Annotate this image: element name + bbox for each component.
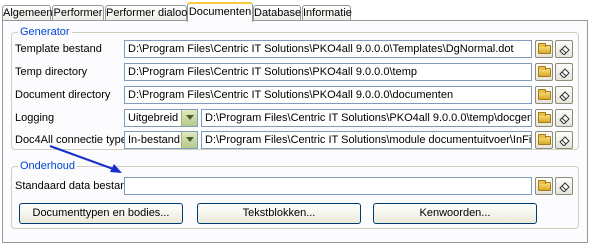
connectie-path-field[interactable]: D:\Program Files\Centric IT Solutions\mo… [201, 131, 532, 149]
temp-browse-button[interactable] [535, 63, 553, 81]
tab-performer-dialoog[interactable]: Performer dialoog [105, 5, 193, 21]
folder-icon [538, 43, 551, 54]
eraser-icon [559, 45, 570, 55]
document-browse-button[interactable] [535, 86, 553, 104]
tab-informatie[interactable]: Informatie [302, 5, 352, 21]
standaard-data-field[interactable] [124, 177, 532, 195]
generator-group-title: Generator [18, 25, 72, 39]
tab-documenten[interactable]: Documenten [187, 2, 253, 22]
logging-select-value: Uitgebreid [128, 112, 179, 124]
temp-directory-label: Temp directory [15, 66, 88, 78]
template-browse-button[interactable] [535, 40, 553, 58]
settings-window: Algemeen Performer Performer dialoog Doc… [0, 0, 590, 245]
template-bestand-label: Template bestand [15, 43, 102, 55]
connectie-type-label: Doc4All connectie type [15, 134, 127, 146]
tekstblokken-button[interactable]: Tekstblokken... [197, 203, 361, 224]
standaard-clear-button[interactable] [555, 177, 573, 195]
folder-icon [538, 134, 551, 145]
documenttypen-button[interactable]: Documenttypen en bodies... [19, 203, 183, 224]
chevron-down-icon [186, 115, 194, 120]
connectie-dropdown-button[interactable] [181, 132, 197, 148]
template-clear-button[interactable] [555, 40, 573, 58]
document-directory-label: Document directory [15, 89, 111, 101]
folder-icon [538, 180, 551, 191]
standaard-browse-button[interactable] [535, 177, 553, 195]
eraser-icon [559, 136, 570, 146]
eraser-icon [559, 182, 570, 192]
tab-database[interactable]: Database [253, 5, 301, 21]
tab-strip: Algemeen Performer Performer dialoog Doc… [2, 2, 588, 22]
document-directory-field[interactable]: D:\Program Files\Centric IT Solutions\PK… [124, 86, 532, 104]
onderhoud-group-title: Onderhoud [18, 159, 78, 173]
folder-icon [538, 66, 551, 77]
connectie-clear-button[interactable] [555, 131, 573, 149]
eraser-icon [559, 114, 570, 124]
onderhoud-group: Onderhoud Standaard data bestand Documen… [11, 159, 579, 229]
logging-browse-button[interactable] [535, 109, 553, 127]
eraser-icon [559, 68, 570, 78]
logging-dropdown-button[interactable] [181, 110, 197, 126]
connectie-type-value: In-bestand [128, 134, 180, 146]
logging-label: Logging [15, 112, 55, 124]
template-bestand-field[interactable]: D:\Program Files\Centric IT Solutions\PK… [124, 40, 532, 58]
logging-clear-button[interactable] [555, 109, 573, 127]
connectie-type-select[interactable]: In-bestand [124, 131, 198, 149]
folder-icon [538, 112, 551, 123]
logging-file-field[interactable]: D:\Program Files\Centric IT Solutions\PK… [201, 109, 532, 127]
logging-select[interactable]: Uitgebreid [124, 109, 198, 127]
eraser-icon [559, 91, 570, 101]
document-clear-button[interactable] [555, 86, 573, 104]
temp-clear-button[interactable] [555, 63, 573, 81]
tab-algemeen[interactable]: Algemeen [2, 5, 53, 21]
generator-group: Generator Template bestand D:\Program Fi… [11, 25, 579, 150]
standaard-data-label: Standaard data bestand [15, 180, 133, 192]
documenten-panel: Generator Template bestand D:\Program Fi… [2, 20, 588, 243]
kenwoorden-button[interactable]: Kenwoorden... [373, 203, 537, 224]
temp-directory-field[interactable]: D:\Program Files\Centric IT Solutions\PK… [124, 63, 532, 81]
tab-performer[interactable]: Performer [52, 5, 104, 21]
connectie-browse-button[interactable] [535, 131, 553, 149]
folder-icon [538, 89, 551, 100]
chevron-down-icon [186, 137, 194, 142]
